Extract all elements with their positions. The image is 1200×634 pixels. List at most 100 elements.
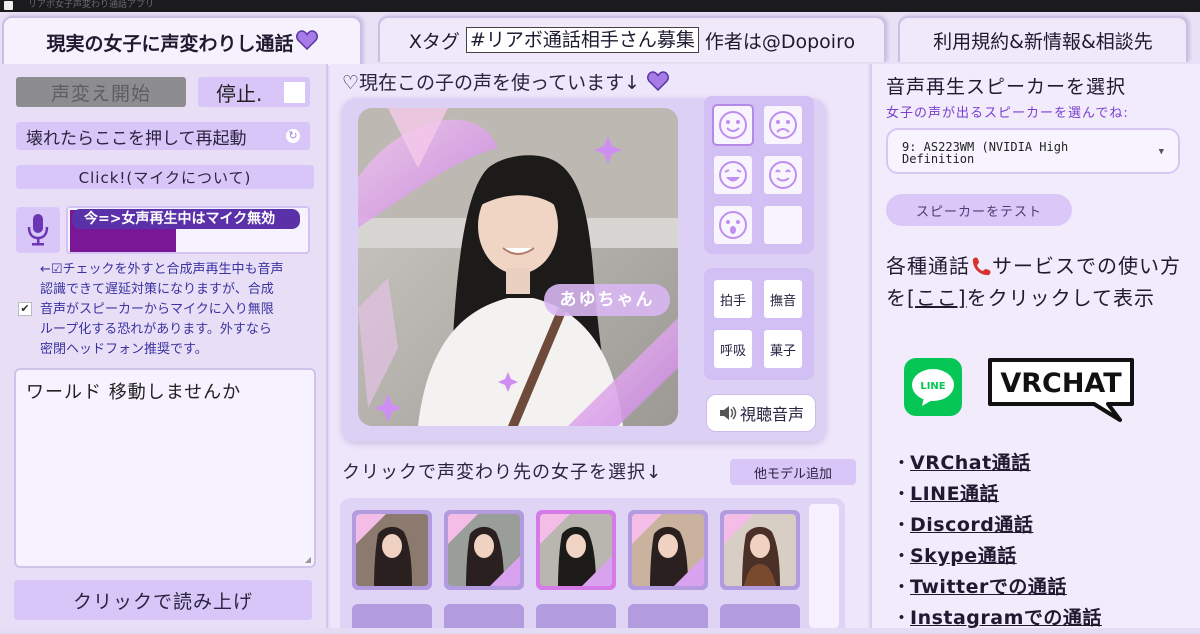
list-item[interactable]: ・LINE通話 [892,479,1192,510]
line-logo[interactable]: LINE [904,358,962,416]
current-voice-title-text: ♡現在この子の声を使っています↓ [342,72,641,94]
grid-scrollbar[interactable] [809,504,839,628]
voice-model-thumb[interactable] [720,604,800,628]
girl-select-title: クリックで声変わり先の女子を選択↓ [342,462,663,483]
stop-button-label: 停止. [216,81,263,106]
speaker-select-subtitle: 女子の声が出るスピーカーを選んでね: [886,106,1129,121]
window-title: リアボ女子声変わり通話アプリ [28,0,155,10]
vrchat-logo[interactable]: VRCHAT [984,356,1138,422]
laugh-face-icon[interactable] [714,156,752,194]
voice-model-thumb[interactable] [628,510,708,590]
empty-expression-slot[interactable] [764,206,802,244]
app-icon [4,1,13,10]
howto-link[interactable]: [ここ] [907,286,967,310]
link-twitter[interactable]: Twitterでの通話 [910,576,1067,598]
right-panel: 音声再生スピーカーを選択 女子の声が出るスピーカーを選んでね: 9: AS223… [870,64,1200,629]
voice-model-thumb[interactable] [536,604,616,628]
voice-name-tag: あゆちゃん [559,290,655,310]
tab-x-tag-prefix: Xタグ [408,30,460,53]
microphone-button[interactable] [16,207,60,253]
list-item[interactable]: ・Skype通話 [892,541,1192,572]
tab-bar: 現実の女子に声変わりし通話 Xタグ #リアボ通話相手さん募集 作者は@Dopoi… [0,12,1200,66]
voice-model-thumb[interactable] [352,604,432,628]
happy-face-icon[interactable] [712,104,754,146]
microphone-icon [27,214,49,246]
howto-text-c: をクリックして表示 [966,286,1156,310]
preview-audio-button[interactable]: 視聴音声 [706,394,816,432]
link-discord[interactable]: Discord通話 [910,514,1033,536]
voice-model-thumb[interactable] [352,510,432,590]
sad-face-icon[interactable] [764,106,802,144]
test-speaker-button[interactable]: スピーカーをテスト [886,194,1072,226]
note-line: 認識できて遅延対策になりますが、合成 [40,282,274,297]
resize-grip-icon[interactable]: ◢ [305,555,312,564]
bullet: ・ [892,452,912,474]
link-instagram[interactable]: Instagramでの通話 [910,607,1102,629]
surprised-face-icon[interactable] [714,206,752,244]
preview-audio-label: 視聴音声 [739,405,804,424]
list-item[interactable]: ・VRChat通話 [892,448,1192,479]
note-line: 密閉ヘッドフォン推奨です。 [40,342,208,357]
voice-model-thumb[interactable] [444,510,524,590]
heart-icon [640,71,670,94]
middle-panel: ♡現在この子の声を使っています↓ あゆちゃん 拍手 撫音 呼吸 菓子 視聴音声 … [330,64,868,628]
bullet: ・ [892,576,912,598]
voice-model-thumb[interactable] [720,510,800,590]
tab-terms-label: 利用規約&新情報&相談先 [933,30,1153,53]
mic-info-button[interactable]: Click!(マイクについて) [16,165,314,189]
smile-face-icon[interactable] [764,156,802,194]
refresh-icon: ↻ [286,129,300,143]
selected-girl-photo: あゆちゃん [358,108,678,426]
current-voice-card: あゆちゃん 拍手 撫音 呼吸 菓子 視聴音声 [342,96,826,442]
link-vrchat[interactable]: VRChat通話 [910,452,1031,474]
tab-voice-call[interactable]: 現実の女子に声変わりし通話 [2,16,362,66]
checkbox-note: ←☑チェックを外すと合成声再生中も音声 認識できて遅延対策になりますが、合成 音… [40,260,322,360]
note-line: 音声がスピーカーからマイクに入り無限 [40,302,274,317]
x-hashtag-field[interactable]: #リアボ通話相手さん募集 [465,27,699,53]
link-skype[interactable]: Skype通話 [910,545,1017,567]
restart-button[interactable]: 壊れたらここを押して再起動 ↻ [16,122,310,150]
mic-level-meter: 今=>女声再生中はマイク無効 [66,206,310,254]
sound-effect-buttons: 拍手 撫音 呼吸 菓子 [704,268,814,380]
breath-button[interactable]: 呼吸 [714,330,752,368]
current-voice-title: ♡現在この子の声を使っています↓ [342,68,670,95]
phone-icon [970,254,992,278]
line-logo-text: LINE [920,381,945,392]
voice-model-grid [340,498,845,628]
bullet: ・ [892,607,912,629]
chevron-down-icon: ▼ [1158,147,1164,157]
speaker-dropdown-value: 9: AS223WM (NVIDIA High Definition [902,140,1069,166]
speaker-icon [719,406,737,420]
list-item[interactable]: ・Twitterでの通話 [892,572,1192,603]
stop-button[interactable]: 停止. [198,77,310,107]
start-voice-change-button[interactable]: 声変え開始 [16,77,186,107]
snack-button[interactable]: 菓子 [764,330,802,368]
speaker-dropdown[interactable]: 9: AS223WM (NVIDIA High Definition ▼ [886,128,1180,174]
author-label: 作者は@Dopoiro [704,30,856,53]
howto-text-a: 各種通話 [886,254,970,278]
stroke-sound-button[interactable]: 撫音 [764,280,802,318]
read-aloud-button[interactable]: クリックで読み上げ [14,580,312,620]
voice-model-thumb[interactable] [444,604,524,628]
link-line[interactable]: LINE通話 [910,483,999,505]
bullet: ・ [892,514,912,536]
voice-model-thumb[interactable] [628,604,708,628]
add-model-button[interactable]: 他モデル追加 [730,459,856,485]
applause-button[interactable]: 拍手 [714,280,752,318]
window-titlebar: リアボ女子声変わり通話アプリ [0,0,1200,12]
bullet: ・ [892,545,912,567]
note-line: ←☑チェックを外すと合成声再生中も音声 [40,262,284,277]
speech-text-value: ワールド 移動しませんか [26,382,242,403]
voice-model-thumb-selected[interactable] [536,510,616,590]
left-panel: 声変え開始 停止. 壊れたらここを押して再起動 ↻ Click!(マイクについて… [0,64,328,628]
list-item[interactable]: ・Discord通話 [892,510,1192,541]
speaker-select-title: 音声再生スピーカーを選択 [886,76,1127,98]
bullet: ・ [892,483,912,505]
stop-checkbox[interactable] [284,82,305,103]
loop-prevention-checkbox[interactable]: ✔ [18,302,32,316]
speech-text-input[interactable]: ワールド 移動しませんか ◢ [14,368,316,568]
tab-x-tag[interactable]: Xタグ #リアボ通話相手さん募集 作者は@Dopoiro [378,16,886,62]
tab-terms[interactable]: 利用規約&新情報&相談先 [898,16,1188,62]
howto-text: 各種通話 サービスでの使い方を[ここ]をクリックして表示 [886,250,1186,314]
list-item[interactable]: ・Instagramでの通話 [892,603,1192,634]
